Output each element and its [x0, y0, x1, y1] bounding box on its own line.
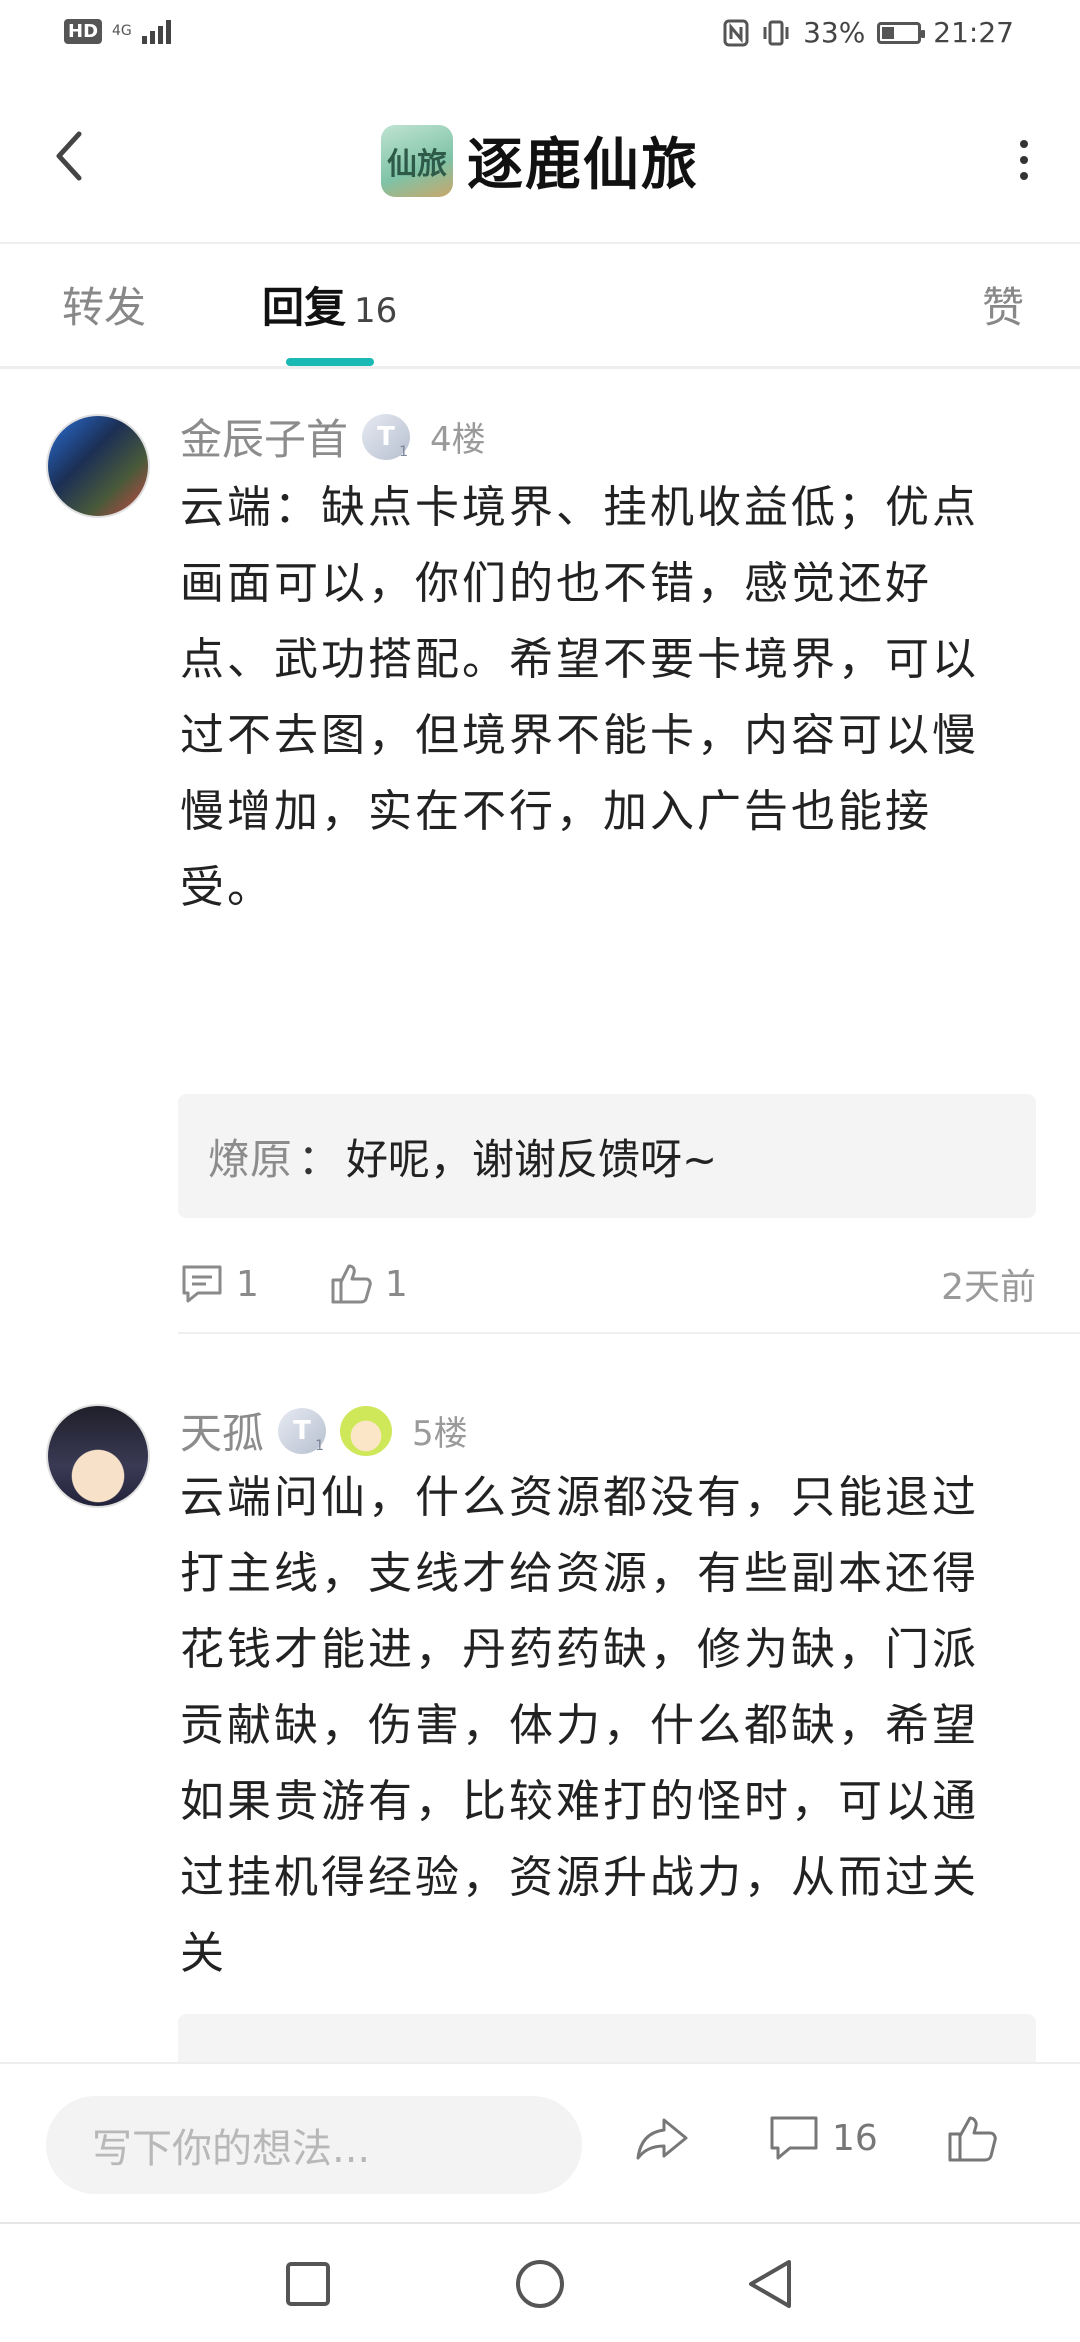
like-button[interactable]: [946, 2114, 998, 2164]
comment-meta: 金辰子首 T1 4楼: [180, 406, 486, 467]
comments-button[interactable]: 16: [768, 2114, 878, 2162]
circle-icon: [516, 2260, 564, 2308]
reply-author: 燎原: [208, 1134, 293, 1184]
battery-percent: 33%: [803, 16, 866, 49]
thumbs-up-icon: [948, 2116, 997, 2162]
like-button[interactable]: 1: [329, 1262, 408, 1306]
decoration-badge: [340, 1405, 393, 1456]
back-nav-button[interactable]: [740, 2254, 800, 2314]
reply-preview[interactable]: 燎原 ： 好呢，谢谢反馈呀~: [178, 1094, 1036, 1218]
tab-reply-label: 回复: [262, 283, 347, 332]
comment-text: 云端问仙，什么资源都没有，只能退过打主线，支线才给资源，有些副本还得花钱才能进，…: [180, 1472, 979, 1979]
battery-icon: [877, 21, 926, 44]
username[interactable]: 金辰子首: [180, 406, 348, 467]
title-group[interactable]: 仙旅 逐鹿仙旅: [0, 120, 1080, 201]
tab-like[interactable]: 赞: [982, 274, 1024, 335]
level-badge: T1: [278, 1407, 327, 1454]
tab-indicator: [286, 358, 374, 366]
tab-reply-count: 16: [354, 291, 398, 331]
status-right: 33% 21:27: [723, 16, 1014, 49]
comment-actions: 1 1 2天前: [180, 1254, 1036, 1314]
comment-icon: [182, 1265, 222, 1303]
more-options-button[interactable]: [1012, 140, 1036, 180]
like-count: 1: [384, 1263, 408, 1305]
tab-forward[interactable]: 转发: [62, 274, 146, 335]
timestamp: 2天前: [941, 1267, 1036, 1308]
app-bar: 仙旅 逐鹿仙旅: [0, 72, 1080, 244]
username[interactable]: 天孤: [180, 1400, 264, 1461]
comment-input[interactable]: 写下你的想法...: [46, 2096, 582, 2194]
comments-count: 16: [832, 2117, 878, 2159]
comment-input-bar: 写下你的想法... 16: [0, 2062, 1080, 2224]
network-type: 4G: [112, 23, 132, 39]
floor-number: 5楼: [412, 1414, 468, 1454]
comment-button[interactable]: 1: [180, 1263, 259, 1305]
share-button[interactable]: [634, 2114, 690, 2162]
vibrate-icon: [763, 20, 789, 45]
comment-meta: 天孤 T1 5楼: [180, 1400, 468, 1461]
comment-count: 1: [236, 1263, 259, 1305]
reply-text: 好呢，谢谢反馈呀~: [346, 1134, 718, 1184]
triangle-back-icon: [749, 2260, 791, 2308]
hd-indicator: HD: [64, 18, 103, 44]
home-button[interactable]: [510, 2254, 570, 2314]
tab-bar: 转发 回复 16 赞: [0, 244, 1080, 369]
game-logo: 仙旅: [381, 124, 453, 197]
recent-apps-button[interactable]: [278, 2254, 338, 2314]
tab-reply[interactable]: 回复 16: [262, 274, 397, 335]
clock: 21:27: [933, 16, 1014, 49]
page-title: 逐鹿仙旅: [467, 133, 699, 198]
status-left: HD 4G: [64, 18, 171, 44]
avatar[interactable]: [46, 1404, 150, 1508]
avatar[interactable]: [46, 414, 150, 518]
signal-icon: [141, 18, 171, 44]
more-vertical-icon: [1020, 140, 1028, 148]
reply-separator: ：: [298, 1134, 341, 1184]
status-bar: HD 4G 33% 21:27: [0, 0, 1080, 72]
thumbs-up-icon: [331, 1264, 372, 1304]
system-nav-bar: [0, 2222, 1080, 2342]
square-icon: [286, 2262, 330, 2306]
share-icon: [636, 2118, 688, 2160]
comment-text: 云端：缺点卡境界、挂机收益低；优点画面可以，你们的也不错，感觉还好点、武功搭配。…: [180, 482, 979, 913]
divider: [178, 1332, 1080, 1334]
level-badge: T1: [362, 413, 411, 460]
floor-number: 4楼: [430, 420, 486, 460]
nfc-icon: [723, 19, 749, 46]
comment-icon: [770, 2116, 818, 2160]
